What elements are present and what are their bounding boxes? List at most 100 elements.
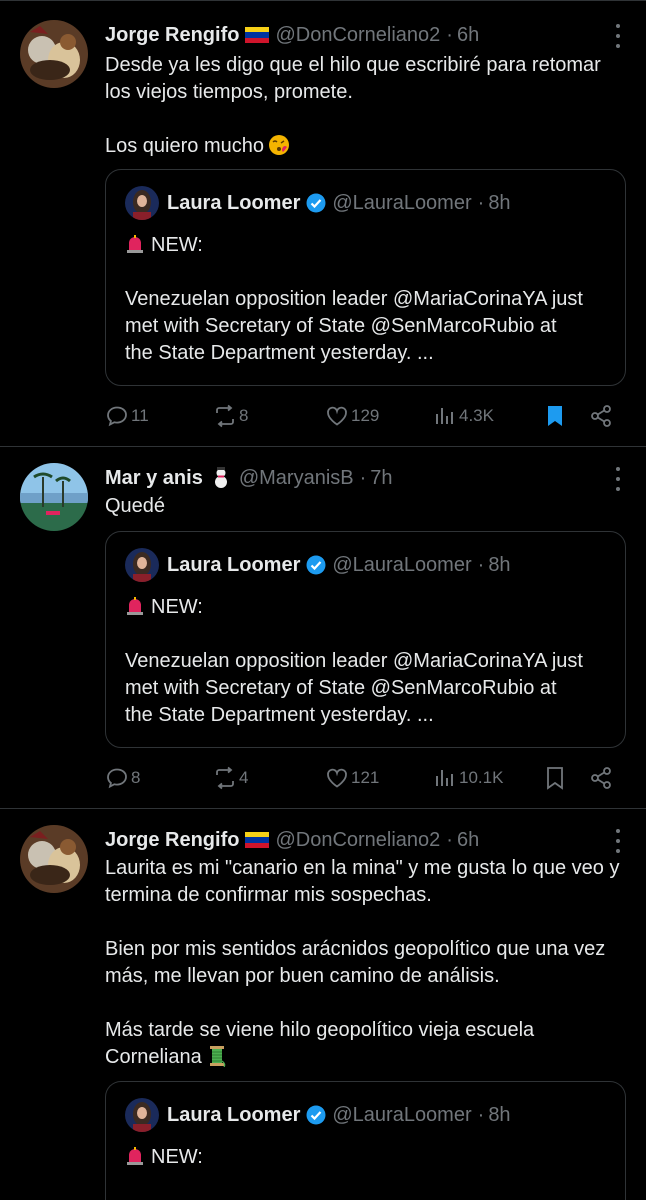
view-count: 10.1K bbox=[459, 768, 504, 787]
separator-dot: · bbox=[477, 553, 485, 576]
more-options-icon[interactable] bbox=[614, 467, 622, 491]
venezuela-flag-icon bbox=[245, 27, 270, 43]
quoted-timestamp: 8h bbox=[488, 191, 511, 214]
avatar[interactable] bbox=[20, 825, 88, 893]
quoted-tweet[interactable]: Laura Loomer @LauraLoomer · 8h NEW: Vene… bbox=[105, 169, 626, 386]
quoted-header: Laura Loomer @LauraLoomer · 8h bbox=[125, 1098, 511, 1132]
quoted-text: NEW: bbox=[125, 1144, 609, 1171]
more-options-icon[interactable] bbox=[614, 24, 622, 48]
quoted-author-handle[interactable]: @LauraLoomer bbox=[332, 192, 471, 215]
tweet-header: Jorge Rengifo @DonCorneliano2 · 6h bbox=[105, 827, 479, 853]
share-button[interactable] bbox=[589, 402, 613, 430]
reply-count: 11 bbox=[131, 406, 149, 425]
quoted-tweet[interactable]: Laura Loomer @LauraLoomer · 8h NEW: bbox=[105, 1081, 626, 1200]
quoted-new-line: NEW: bbox=[125, 594, 609, 621]
siren-icon bbox=[127, 235, 143, 253]
text-line: los viejos tiempos, promete. bbox=[105, 81, 353, 103]
bookmark-button[interactable] bbox=[543, 764, 567, 792]
quoted-author-handle[interactable]: @LauraLoomer bbox=[332, 1104, 471, 1127]
text-line: the State Department yesterday. ... bbox=[125, 342, 434, 364]
quoted-author-name[interactable]: Laura Loomer bbox=[167, 554, 300, 577]
share-icon bbox=[591, 767, 611, 789]
tweet-text: Laurita es mi "canario en la mina" y me … bbox=[105, 855, 630, 1071]
share-icon bbox=[591, 405, 611, 427]
bookmark-icon bbox=[547, 767, 563, 790]
text-line: Venezuelan opposition leader @MariaCorin… bbox=[125, 288, 583, 310]
avatar[interactable] bbox=[20, 463, 88, 531]
new-label: NEW: bbox=[151, 234, 203, 256]
text-line: met with Secretary of State @SenMarcoRub… bbox=[125, 677, 557, 699]
new-label: NEW: bbox=[151, 1146, 203, 1168]
quoted-author-handle[interactable]: @LauraLoomer bbox=[332, 554, 471, 577]
timestamp[interactable]: 6h bbox=[457, 829, 479, 852]
tweet-1[interactable]: Jorge Rengifo @DonCorneliano2 · 6h Desde… bbox=[0, 0, 646, 446]
quoted-avatar[interactable] bbox=[125, 548, 159, 582]
verified-badge-icon bbox=[306, 193, 326, 213]
like-count: 121 bbox=[351, 768, 380, 787]
timestamp[interactable]: 6h bbox=[457, 24, 479, 47]
quoted-tweet[interactable]: Laura Loomer @LauraLoomer · 8h NEW: Vene… bbox=[105, 531, 626, 748]
heart-icon bbox=[327, 768, 347, 788]
repost-count: 4 bbox=[239, 768, 249, 787]
quoted-avatar[interactable] bbox=[125, 186, 159, 220]
quoted-new-line: NEW: bbox=[125, 232, 609, 259]
text-line-content: Los quiero mucho bbox=[105, 135, 264, 157]
like-button[interactable]: 129 bbox=[325, 402, 379, 430]
views-button[interactable]: 4.3K bbox=[433, 402, 494, 430]
author-handle[interactable]: @DonCorneliano2 bbox=[275, 24, 440, 47]
kissing-face-icon bbox=[268, 135, 289, 155]
tweet-2[interactable]: Mar y anis @MaryanisB · 7h Quedé Laura L… bbox=[0, 447, 646, 807]
view-count: 4.3K bbox=[459, 406, 494, 425]
quoted-header: Laura Loomer @LauraLoomer · 8h bbox=[125, 548, 511, 582]
timestamp[interactable]: 7h bbox=[370, 467, 392, 490]
author-name[interactable]: Mar y anis bbox=[105, 467, 203, 490]
repost-icon bbox=[216, 766, 234, 790]
tweet-3[interactable]: Jorge Rengifo @DonCorneliano2 · 6h Lauri… bbox=[0, 809, 646, 1200]
text-line: Bien por mis sentidos arácnidos geopolít… bbox=[105, 938, 606, 960]
repost-icon bbox=[216, 404, 234, 428]
quoted-author-name[interactable]: Laura Loomer bbox=[167, 192, 300, 215]
quoted-header: Laura Loomer @LauraLoomer · 8h bbox=[125, 186, 511, 220]
like-count: 129 bbox=[351, 406, 380, 425]
separator-dot: · bbox=[446, 828, 453, 851]
snowman-icon bbox=[214, 467, 227, 488]
text-line: Más tarde se viene hilo geopolítico viej… bbox=[105, 1019, 535, 1041]
quoted-author-name[interactable]: Laura Loomer bbox=[167, 1104, 300, 1127]
text-line: Los quiero mucho bbox=[105, 133, 630, 160]
views-icon bbox=[436, 408, 453, 424]
avatar[interactable] bbox=[20, 20, 88, 88]
author-handle[interactable]: @MaryanisB bbox=[239, 467, 354, 490]
repost-button[interactable]: 4 bbox=[213, 764, 248, 792]
repost-button[interactable]: 8 bbox=[213, 402, 248, 430]
siren-icon bbox=[127, 597, 143, 615]
separator-dot: · bbox=[446, 23, 453, 46]
reply-count: 8 bbox=[131, 768, 141, 787]
reply-button[interactable]: 11 bbox=[105, 402, 149, 430]
more-options-icon[interactable] bbox=[614, 829, 622, 853]
reply-icon bbox=[107, 768, 127, 789]
verified-badge-icon bbox=[306, 555, 326, 575]
quoted-text: NEW: Venezuelan opposition leader @Maria… bbox=[125, 232, 609, 367]
quoted-avatar[interactable] bbox=[125, 1098, 159, 1132]
like-button[interactable]: 121 bbox=[325, 764, 379, 792]
quoted-text: NEW: Venezuelan opposition leader @Maria… bbox=[125, 594, 609, 729]
quoted-timestamp: 8h bbox=[488, 1103, 511, 1126]
share-button[interactable] bbox=[589, 764, 613, 792]
text-line-content: Corneliana bbox=[105, 1046, 202, 1068]
separator-dot: · bbox=[359, 466, 367, 489]
author-name[interactable]: Jorge Rengifo bbox=[105, 829, 239, 852]
action-bar: 11 8 129 4.3K bbox=[105, 402, 625, 430]
bookmark-button[interactable] bbox=[543, 402, 567, 430]
reply-icon bbox=[107, 406, 127, 427]
text-line: Corneliana bbox=[105, 1044, 630, 1071]
text-line: Quedé bbox=[105, 495, 166, 517]
text-line: más, me llevan por buen camino de anális… bbox=[105, 965, 500, 987]
views-button[interactable]: 10.1K bbox=[433, 764, 503, 792]
action-bar: 8 4 121 10.1K bbox=[105, 764, 625, 792]
author-name[interactable]: Jorge Rengifo bbox=[105, 24, 239, 47]
thread-spool-icon bbox=[209, 1046, 225, 1067]
separator-dot: · bbox=[477, 191, 485, 214]
reply-button[interactable]: 8 bbox=[105, 764, 140, 792]
author-handle[interactable]: @DonCorneliano2 bbox=[275, 829, 440, 852]
tweet-text: Quedé bbox=[105, 493, 630, 520]
